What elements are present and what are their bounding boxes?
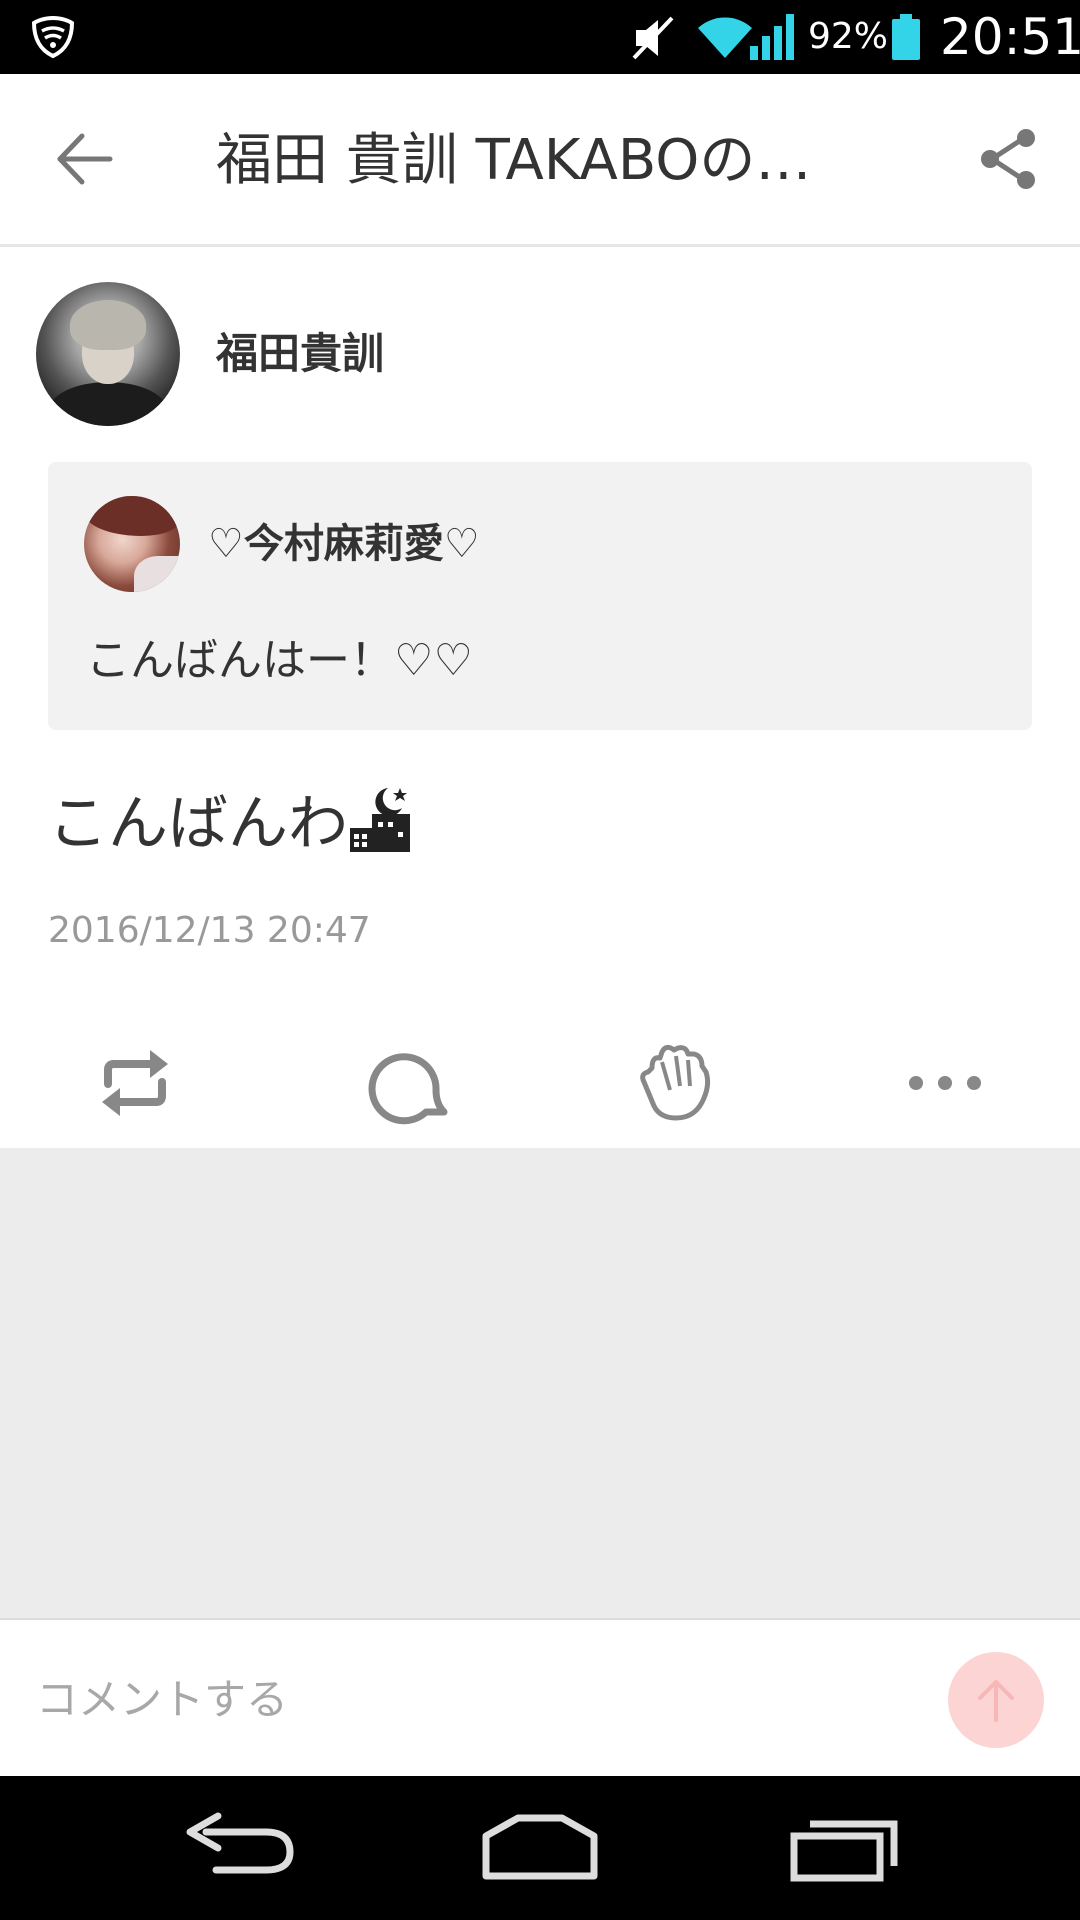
navigation-bar <box>0 1776 1080 1920</box>
repost-icon <box>102 1050 168 1116</box>
comment-bar <box>0 1618 1080 1778</box>
send-button[interactable] <box>948 1652 1044 1748</box>
arrow-up-icon <box>978 1680 1014 1722</box>
action-row <box>0 1018 1080 1148</box>
night-city-icon <box>350 788 410 852</box>
quoted-post[interactable]: ♡今村麻莉愛♡ こんばんはー！♡♡ <box>48 462 1032 730</box>
avatar-body <box>48 382 168 426</box>
clock: 20:51 <box>940 8 1080 66</box>
status-bar: 92% 20:51 <box>0 0 1080 74</box>
arrow-left-icon[interactable] <box>50 124 120 194</box>
clap-icon <box>640 1044 711 1121</box>
more-button[interactable] <box>900 1038 990 1128</box>
shield-icon <box>31 15 75 59</box>
quoted-avatar-shirt <box>134 556 180 592</box>
comment-button[interactable] <box>360 1038 450 1128</box>
quoted-author-name[interactable]: ♡今村麻莉愛♡ <box>208 518 480 570</box>
post-date: 2016/12/13 20:47 <box>48 910 371 951</box>
nav-home-button[interactable] <box>474 1806 604 1890</box>
repost-button[interactable] <box>90 1038 180 1128</box>
comment-icon <box>368 1053 448 1125</box>
signal-icon <box>750 14 794 60</box>
avatar-hair <box>70 300 146 350</box>
quoted-avatar-hair <box>84 496 180 536</box>
nav-recent-button[interactable] <box>780 1806 910 1890</box>
post-text-content: こんばんわ <box>48 789 348 859</box>
page-title: 福田 貴訓 TAKABOの… <box>216 128 812 193</box>
nav-home-icon <box>482 1814 598 1880</box>
battery-icon <box>892 14 920 60</box>
app-bar: 福田 貴訓 TAKABOの… <box>0 74 1080 247</box>
author-name[interactable]: 福田貴訓 <box>216 326 384 382</box>
nav-recent-icon <box>790 1820 898 1882</box>
nav-back-icon <box>186 1812 294 1874</box>
clap-button[interactable] <box>630 1038 720 1128</box>
nav-back-button[interactable] <box>176 1806 306 1890</box>
post-text: こんばんわ <box>48 782 412 862</box>
author-avatar[interactable] <box>36 282 180 426</box>
battery-percent: 92% <box>808 16 889 57</box>
mute-icon <box>632 16 674 60</box>
quoted-text: こんばんはー！♡♡ <box>86 635 473 686</box>
more-icon <box>909 1076 981 1090</box>
quoted-avatar[interactable] <box>84 496 180 592</box>
empty-comments-area <box>0 1148 1080 1618</box>
comment-input[interactable] <box>36 1664 896 1734</box>
share-icon[interactable] <box>976 126 1042 192</box>
